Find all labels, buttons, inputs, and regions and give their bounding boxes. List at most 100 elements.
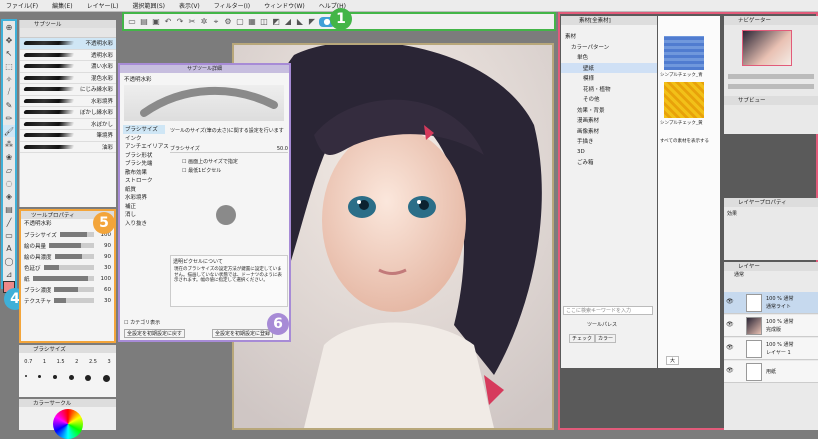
cut-icon[interactable]: ✂ [187, 17, 197, 27]
brush-item[interactable]: 筆境界 [20, 130, 116, 142]
category-item[interactable]: アンチエイリアス [123, 142, 169, 151]
balloon-icon[interactable]: ◯ [3, 255, 15, 267]
perspective-icon[interactable]: ◣ [295, 17, 305, 27]
category-item[interactable]: インク [123, 134, 165, 143]
menu-selection[interactable]: 選択範囲(S) [132, 1, 165, 10]
brush-item[interactable]: 水彩境界 [20, 96, 116, 107]
gradient-icon[interactable]: ▤ [3, 203, 15, 215]
undo-icon[interactable]: ↶ [163, 17, 173, 27]
category-item[interactable]: ブラシ形状 [123, 151, 165, 160]
snap-icon[interactable]: ◩ [271, 17, 281, 27]
show-all-label[interactable]: すべての素材を表示する [660, 138, 709, 144]
tree-item[interactable]: 画像素材 [561, 126, 657, 137]
property-row[interactable]: 色延び 30 [21, 262, 114, 273]
tree-item[interactable]: 模様 [561, 73, 657, 84]
brush-item[interactable]: 不透明水彩 [20, 38, 116, 50]
decoration-icon[interactable]: ❀ [3, 151, 15, 163]
brush-tool-icon[interactable]: 🖌 [3, 125, 15, 137]
material-search-input[interactable]: ここに検索キーワードを入力 [563, 306, 653, 315]
category-item[interactable]: 補正 [123, 202, 165, 211]
frame-icon[interactable]: ▭ [3, 229, 15, 241]
size-option[interactable]: 0.7 [24, 359, 32, 365]
category-item[interactable]: 消し [123, 210, 165, 219]
option-screen-size[interactable]: ☐ 画面上のサイズで指定 [182, 158, 238, 165]
category-item[interactable]: ブラシ先端 [123, 159, 165, 168]
brush-item[interactable]: 水ぼかし [20, 119, 116, 130]
copy-icon[interactable]: ▢ [235, 17, 245, 27]
blend-mode-select[interactable]: 通常 [724, 271, 818, 280]
brush-item[interactable]: 混色水彩 [20, 73, 116, 84]
category-checkbox[interactable]: ☐ カテゴリ表示 [124, 319, 160, 326]
clear-icon[interactable]: ✲ [199, 17, 209, 27]
deselect-icon[interactable]: ◫ [259, 17, 269, 27]
paste-icon[interactable]: ▦ [247, 17, 257, 27]
zoom-tool-icon[interactable]: ⊕ [3, 21, 15, 33]
tree-item[interactable]: 効果・背景 [561, 105, 657, 116]
rotate-slider[interactable] [728, 84, 814, 89]
airbrush-icon[interactable]: ⁂ [3, 138, 15, 150]
thumb-blue-check[interactable] [664, 36, 704, 70]
brush-item[interactable]: にじみ縁水彩 [20, 84, 116, 96]
property-row[interactable]: ブラシ濃度 60 [21, 284, 114, 295]
fill-tool-icon[interactable]: ◈ [3, 190, 15, 202]
selection-tool-icon[interactable]: ⬚ [3, 60, 15, 72]
operation-tool-icon[interactable]: ↖ [3, 47, 15, 59]
auto-select-icon[interactable]: ✧ [3, 73, 15, 85]
redo-icon[interactable]: ↷ [175, 17, 185, 27]
menu-filter[interactable]: フィルター(I) [214, 1, 250, 10]
tree-item[interactable]: 手描き [561, 136, 657, 147]
size-option[interactable]: 2 [75, 359, 78, 365]
property-row[interactable]: 紙 100 [21, 273, 114, 284]
tree-item[interactable]: 漫画素材 [561, 115, 657, 126]
color-tag[interactable]: カラー [595, 334, 617, 343]
tree-item[interactable]: 素材 [561, 31, 657, 42]
size-option[interactable]: 3 [108, 359, 111, 365]
ruler-tool-icon[interactable]: ⊿ [3, 268, 15, 280]
text-tool-icon[interactable]: A [3, 242, 15, 254]
brush-item[interactable]: 油彩 [20, 142, 116, 153]
tree-item[interactable]: 単色 [561, 52, 657, 63]
property-row[interactable]: テクスチャ 30 [21, 295, 114, 306]
menu-edit[interactable]: 編集(E) [52, 1, 72, 10]
blend-tool-icon[interactable]: ◌ [3, 177, 15, 189]
eyedropper-icon[interactable]: ⧸ [3, 86, 15, 98]
register-all-button[interactable]: 全設定を初期設定に登録 [212, 329, 274, 338]
tree-item[interactable]: その他 [561, 94, 657, 105]
category-item[interactable]: 散布効果 [123, 168, 165, 177]
pencil-tool-icon[interactable]: ✏ [3, 112, 15, 124]
option-min-pixel[interactable]: ☐ 最低1ピクセル [182, 167, 221, 174]
tag-button[interactable]: ツールパレス [587, 321, 617, 328]
size-option[interactable]: 1.5 [57, 359, 65, 365]
move-tool-icon[interactable]: ✥ [3, 34, 15, 46]
thumb-yellow-check[interactable] [664, 82, 704, 118]
transform-icon[interactable]: ⌖ [211, 17, 221, 27]
menu-file[interactable]: ファイル(F) [6, 1, 38, 10]
color-wheel[interactable] [53, 409, 83, 439]
ruler-icon[interactable]: ◢ [283, 17, 293, 27]
layer-row[interactable]: 👁 100 % 通常 通常ライト [724, 292, 818, 314]
reset-all-button[interactable]: 全設定を初期設定に戻す [124, 329, 186, 338]
brush-item[interactable]: 透明水彩 [20, 50, 116, 61]
size-option[interactable]: 2.5 [89, 359, 97, 365]
figure-icon[interactable]: ╱ [3, 216, 15, 228]
zoom-select[interactable]: 大 [666, 356, 680, 365]
tree-item[interactable]: ごみ箱 [561, 157, 657, 168]
settings-icon[interactable]: ⚙ [223, 17, 233, 27]
property-row[interactable]: 絵の具量 90 [21, 240, 114, 251]
category-item[interactable]: 紙質 [123, 185, 165, 194]
menu-view[interactable]: 表示(V) [179, 1, 200, 10]
category-item[interactable]: ブラシサイズ [123, 125, 165, 134]
navigator-preview[interactable] [742, 30, 792, 66]
size-setting-row[interactable]: ブラシサイズ 50.0 [170, 145, 288, 153]
property-row[interactable]: 絵の具濃度 90 [21, 251, 114, 262]
tree-item[interactable]: 花柄・植物 [561, 84, 657, 95]
layer-row[interactable]: 👁 100 % 通常 完成版 [724, 315, 818, 337]
check-tag[interactable]: チェック [569, 334, 596, 343]
tree-item[interactable]: 3D [561, 147, 657, 158]
category-item[interactable]: ストローク [123, 176, 165, 185]
zoom-slider[interactable] [728, 74, 814, 79]
layer-row[interactable]: 👁 用紙 [724, 361, 818, 383]
size-option[interactable]: 1 [43, 359, 46, 365]
grid-icon[interactable]: ◤ [307, 17, 317, 27]
eraser-icon[interactable]: ▱ [3, 164, 15, 176]
